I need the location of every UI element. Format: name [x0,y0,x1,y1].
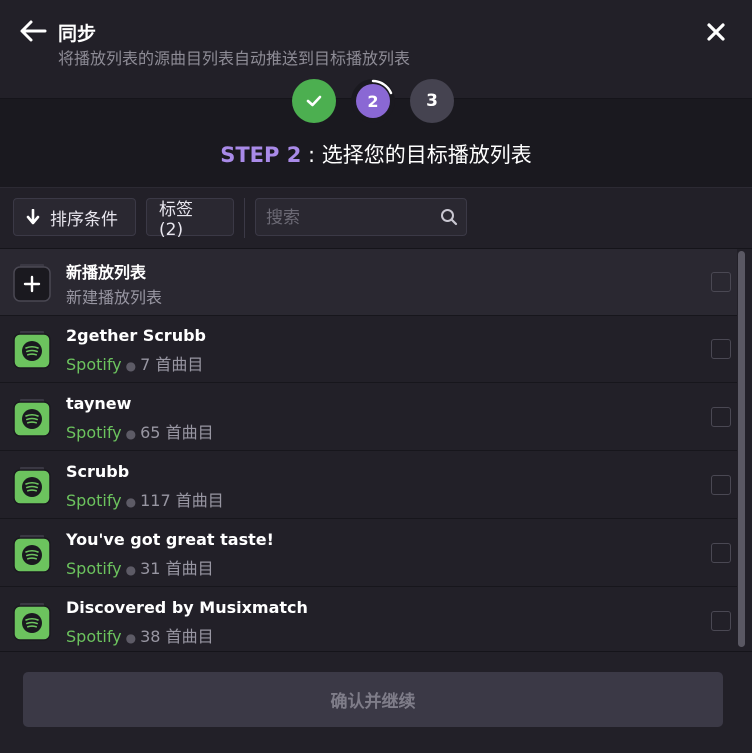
playlist-checkbox[interactable] [711,407,731,427]
playlist-platform: Spotify [66,627,122,646]
step-1-done [292,79,336,123]
playlist-platform: Spotify [66,355,122,374]
playlist-checkbox[interactable] [711,475,731,495]
step-3-pending: 3 [410,79,454,123]
playlist-meta: Spotify ● 65 首曲目 [66,419,214,443]
step-label: STEP 2 [220,143,302,167]
confirm-continue-button[interactable]: 确认并继续 [23,672,723,727]
spotify-icon [13,467,51,505]
scrollbar-thumb[interactable] [738,251,745,647]
step-indicator-band: 2 3 STEP 2 : 选择您的目标播放列表 [0,79,752,188]
playlist-row[interactable]: 2gether Scrubb Spotify ● 7 首曲目 [0,316,737,383]
list-toolbar: 排序条件 标签 (2) [0,188,752,249]
playlist-meta: Spotify ● 38 首曲目 [66,623,214,647]
toolbar-divider [244,198,245,238]
new-playlist-row[interactable]: 新播放列表 新建播放列表 [0,249,737,316]
dialog-footer: 确认并继续 [0,651,752,753]
playlist-name: Scrubb [66,462,130,481]
search-input[interactable] [264,199,438,237]
search-icon[interactable] [440,208,458,226]
step-separator: : [301,143,322,167]
separator-dot: ● [125,495,137,509]
spotify-icon [13,535,51,573]
arrow-down-icon [26,209,40,225]
spotify-icon [13,331,51,369]
playlist-platform: Spotify [66,423,122,442]
playlist-checkbox[interactable] [711,543,731,563]
playlist-row[interactable]: taynew Spotify ● 65 首曲目 [0,384,737,451]
check-icon [306,95,322,107]
dialog-subtitle: 将播放列表的源曲目列表自动推送到目标播放列表 [58,49,411,68]
close-icon[interactable] [704,20,728,44]
dialog-title: 同步 [58,23,97,45]
step-2-active: 2 [351,79,395,123]
playlist-platform: Spotify [66,559,122,578]
search-box [255,198,467,237]
tags-button-label: 标签 (2) [159,199,193,240]
separator-dot: ● [125,359,137,373]
new-playlist-title: 新播放列表 [66,263,147,282]
progress-ring-icon [371,79,393,95]
spotify-icon [13,603,51,641]
playlist-row[interactable]: Discovered by Musixmatch Spotify ● 38 首曲目 [0,588,737,651]
new-playlist-checkbox[interactable] [711,272,731,292]
spotify-icon [13,399,51,437]
playlist-row[interactable]: Scrubb Spotify ● 117 首曲目 [0,452,737,519]
step-text: 选择您的目标播放列表 [321,143,532,167]
separator-dot: ● [125,631,137,645]
playlist-track-count: 117 首曲目 [140,491,224,510]
back-arrow-icon[interactable] [18,18,48,44]
step-heading: STEP 2 : 选择您的目标播放列表 [0,139,752,169]
playlist-platform: Spotify [66,491,122,510]
playlist-checkbox[interactable] [711,339,731,359]
playlist-meta: Spotify ● 117 首曲目 [66,487,224,511]
playlist-row[interactable]: You've got great taste! Spotify ● 31 首曲目 [0,520,737,587]
playlist-meta: Spotify ● 7 首曲目 [66,351,203,375]
sort-button-label: 排序条件 [50,209,118,230]
sort-button[interactable]: 排序条件 [13,198,136,236]
add-playlist-icon [13,264,51,302]
playlist-name: taynew [66,394,132,413]
tags-button[interactable]: 标签 (2) [146,198,234,240]
playlist-name: You've got great taste! [66,530,274,549]
playlist-track-count: 38 首曲目 [140,627,214,646]
playlist-track-count: 31 首曲目 [140,559,214,578]
separator-dot: ● [125,427,137,441]
list-scrollbar[interactable] [738,251,745,647]
playlist-meta: Spotify ● 31 首曲目 [66,555,214,579]
playlist-track-count: 65 首曲目 [140,423,214,442]
new-playlist-subtitle: 新建播放列表 [66,288,163,307]
playlist-checkbox[interactable] [711,611,731,631]
playlist-name: Discovered by Musixmatch [66,598,308,617]
playlist-list: 新播放列表 新建播放列表 2gether Scrubb Spotify ● 7 首曲… [0,249,737,651]
playlist-track-count: 7 首曲目 [140,355,204,374]
playlist-name: 2gether Scrubb [66,326,206,345]
separator-dot: ● [125,563,137,577]
